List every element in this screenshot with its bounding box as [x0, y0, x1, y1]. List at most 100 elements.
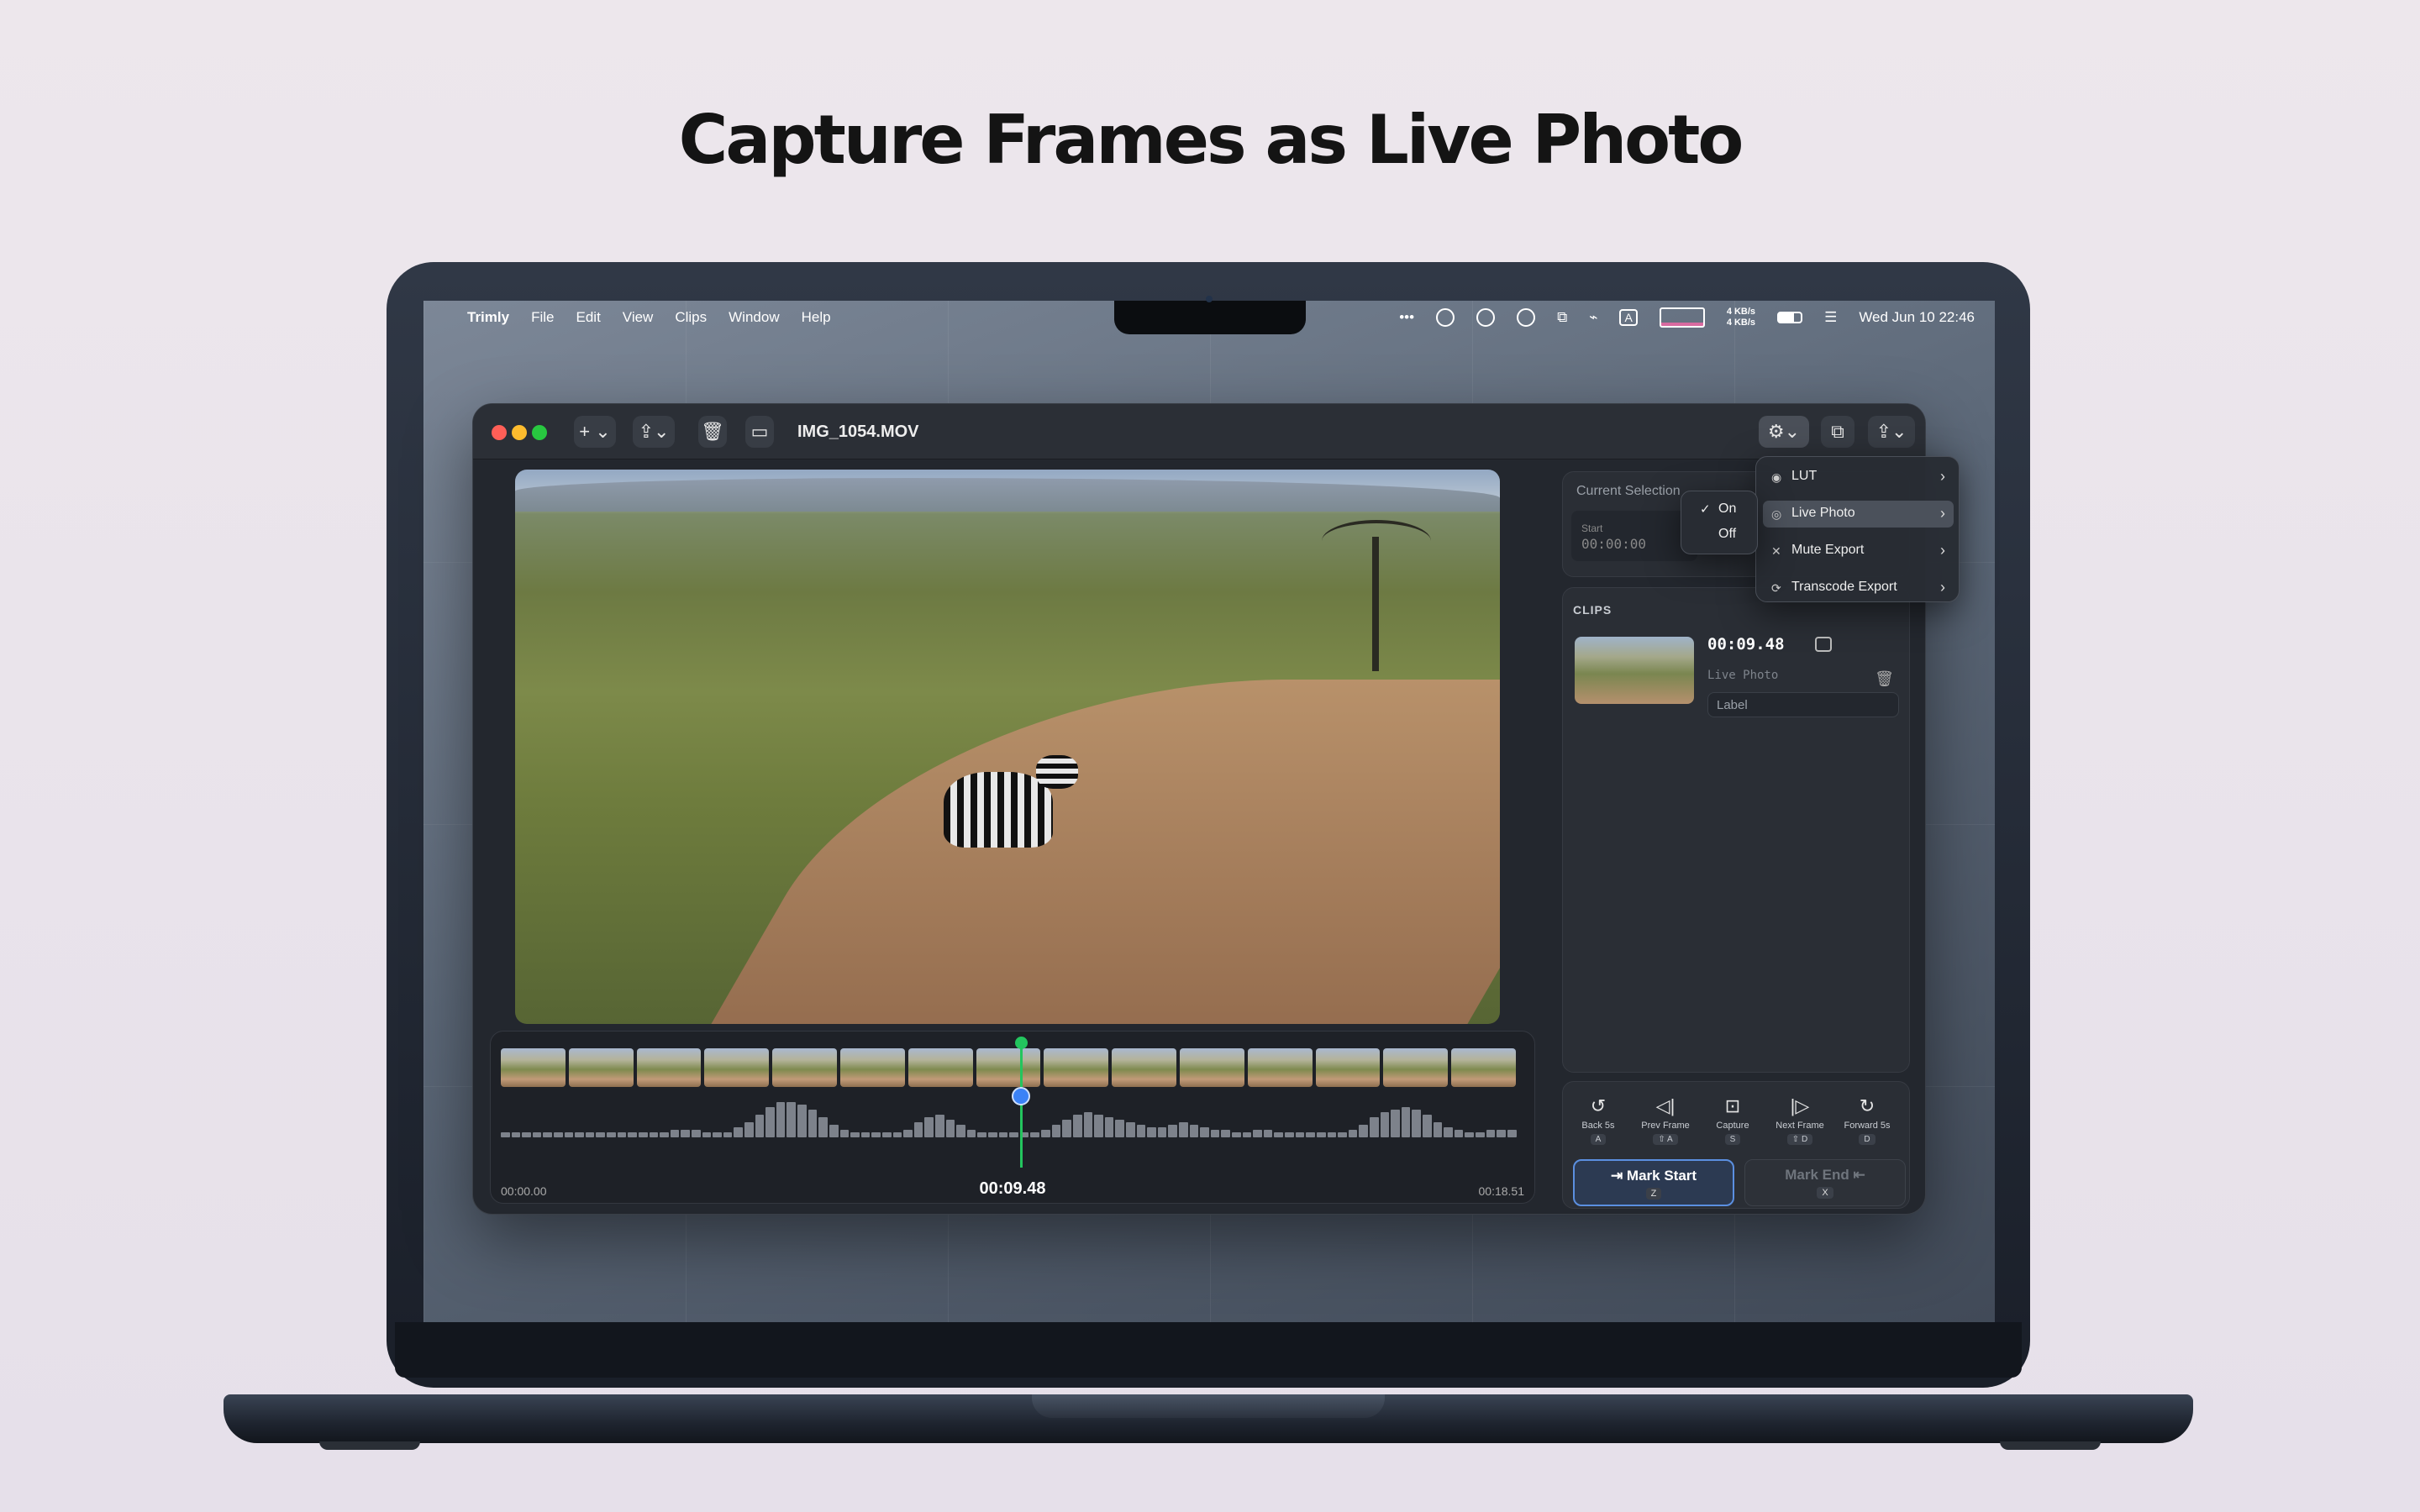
filmstrip-frame[interactable] [1112, 1048, 1176, 1087]
filmstrip-frame[interactable] [568, 1048, 634, 1087]
vpn-icon[interactable] [1517, 308, 1536, 327]
filmstrip-frame[interactable] [1451, 1048, 1516, 1087]
copy-icon[interactable]: ⧉ [1557, 309, 1567, 326]
settings-menu: ◉ LUT › ◎ Live Photo › ✕ Mute Export › ⟳… [1755, 456, 1960, 602]
chevron-right-icon: › [1940, 542, 1945, 559]
filmstrip-frame[interactable] [1179, 1048, 1244, 1087]
more-icon[interactable]: ••• [1399, 309, 1414, 326]
mark-end-icon: ⇤ [1849, 1167, 1865, 1183]
menu-window[interactable]: Window [729, 309, 779, 326]
filmstrip[interactable] [501, 1048, 1516, 1087]
delete-button[interactable]: 🗑 [698, 416, 727, 448]
playhead-knob[interactable] [1012, 1087, 1030, 1105]
video-player[interactable] [515, 470, 1500, 1024]
capture-button[interactable]: ⊡ Capture S [1699, 1095, 1766, 1146]
waveform-bar [881, 1132, 892, 1137]
start-field[interactable]: Start 00:00:00 [1571, 511, 1697, 561]
transcode-icon: ⟳ [1771, 581, 1781, 595]
menu-app[interactable]: Trimly [467, 309, 509, 326]
menu-clips[interactable]: Clips [675, 309, 707, 326]
mark-end-button[interactable]: Mark End ⇤ X [1744, 1159, 1906, 1206]
crop-button[interactable]: ⧉ [1821, 416, 1854, 448]
activity-graph-icon[interactable] [1659, 307, 1705, 328]
prev-frame-button[interactable]: ◁| Prev Frame ⇧ A [1632, 1095, 1699, 1146]
back-5s-button[interactable]: ↺ Back 5s A [1565, 1095, 1632, 1146]
timeline[interactable]: 00:00.00 00:09.48 00:18.51 [490, 1031, 1535, 1204]
menu-item-transcode-export-label: Transcode Export [1791, 580, 1897, 594]
network-speed[interactable]: 4 KB/s 4 KB/s [1727, 307, 1755, 328]
filmstrip-frame[interactable] [501, 1048, 566, 1087]
clip-thumbnail[interactable] [1575, 637, 1694, 704]
add-button[interactable]: + ⌄ [574, 416, 616, 448]
waveform-bar [734, 1127, 744, 1137]
capture-label: Capture [1716, 1121, 1749, 1131]
control-center-icon[interactable]: ☰ [1824, 309, 1837, 326]
clip-tag: Live Photo [1707, 669, 1779, 682]
laptop-bezel [395, 1322, 2022, 1378]
back-5s-label: Back 5s [1581, 1121, 1615, 1131]
filmstrip-frame[interactable] [1247, 1048, 1313, 1087]
waveform-bar [681, 1130, 690, 1137]
menu-item-mute-export[interactable]: ✕ Mute Export › [1763, 538, 1954, 564]
next-frame-icon: |▷ [1790, 1095, 1810, 1116]
clock[interactable]: Wed Jun 10 22:46 [1859, 309, 1975, 326]
trash-icon[interactable]: 🗑 [1875, 670, 1894, 688]
waveform-bar [1168, 1125, 1177, 1137]
filmstrip-frame[interactable] [704, 1048, 770, 1087]
waveform-bar [1507, 1130, 1517, 1137]
playhead-handle[interactable] [1015, 1037, 1028, 1049]
menu-help[interactable]: Help [802, 309, 831, 326]
filmstrip-frame[interactable] [839, 1048, 905, 1087]
menu-view[interactable]: View [623, 309, 654, 326]
settings-button[interactable]: ⚙⌄ [1759, 416, 1809, 448]
clip-label-input[interactable]: Label [1707, 692, 1899, 717]
filmstrip-frame[interactable] [1044, 1048, 1109, 1087]
waveform-bar [1497, 1130, 1506, 1137]
menu-edit[interactable]: Edit [576, 309, 601, 326]
export-button[interactable]: ⇪⌄ [1868, 416, 1915, 448]
forward-5s-button[interactable]: ↻ Forward 5s D [1833, 1095, 1901, 1146]
audio-waveform [501, 1095, 1517, 1137]
mark-start-button[interactable]: ⇥ Mark Start Z [1573, 1159, 1734, 1206]
zoom-button[interactable] [532, 425, 547, 440]
filmstrip-frame[interactable] [772, 1048, 837, 1087]
next-frame-button[interactable]: |▷ Next Frame ⇧ D [1766, 1095, 1833, 1146]
sidebar-toggle-button[interactable]: ▭ [745, 416, 774, 448]
waveform-bar [1041, 1130, 1050, 1137]
filmstrip-frame[interactable] [1315, 1048, 1381, 1087]
forward-5s-icon: ↻ [1859, 1095, 1876, 1116]
waveform-bar [1210, 1130, 1220, 1137]
waveform-bar [744, 1122, 754, 1137]
menu-item-live-photo[interactable]: ◎ Live Photo › [1763, 501, 1954, 528]
record-icon[interactable] [1476, 308, 1496, 327]
waveform-bar [808, 1110, 818, 1137]
filmstrip-frame[interactable] [908, 1048, 973, 1087]
submenu-item-off[interactable]: Off [1688, 523, 1752, 547]
playback-controls: ↺ Back 5s A ◁| Prev Frame ⇧ A ⊡ Capture … [1562, 1081, 1910, 1209]
waveform-bar [596, 1132, 606, 1137]
cast-icon[interactable]: ⌁ [1589, 309, 1597, 326]
next-frame-label: Next Frame [1776, 1121, 1824, 1131]
waveform-bar [670, 1130, 680, 1137]
submenu-item-on[interactable]: ✓ On [1688, 498, 1752, 522]
filmstrip-frame[interactable] [1383, 1048, 1449, 1087]
battery-icon[interactable] [1777, 312, 1803, 323]
filmstrip-frame[interactable] [636, 1048, 702, 1087]
share-menu-button[interactable]: ⇪⌄ [633, 416, 675, 448]
tree-crown [1322, 520, 1431, 562]
status-area: ••• ⧉ ⌁ A 4 KB/s 4 KB/s ☰ Wed Jun 10 22:… [1399, 301, 1975, 334]
minimize-button[interactable] [512, 425, 527, 440]
close-button[interactable] [492, 425, 507, 440]
menu-file[interactable]: File [531, 309, 554, 326]
waveform-bar [1316, 1132, 1326, 1137]
prev-frame-icon: ◁| [1655, 1095, 1676, 1116]
status-icon[interactable] [1436, 308, 1455, 327]
lut-icon: ◉ [1771, 470, 1782, 484]
menu-item-lut[interactable]: ◉ LUT › [1763, 464, 1954, 491]
start-value: 00:00:00 [1581, 536, 1647, 552]
waveform-bar [1454, 1130, 1464, 1137]
menu-item-transcode-export[interactable]: ⟳ Transcode Export › [1763, 575, 1954, 601]
filmstrip-frame[interactable] [976, 1048, 1041, 1087]
checkmark-icon: ✓ [1700, 502, 1711, 517]
input-source-icon[interactable]: A [1619, 309, 1638, 326]
